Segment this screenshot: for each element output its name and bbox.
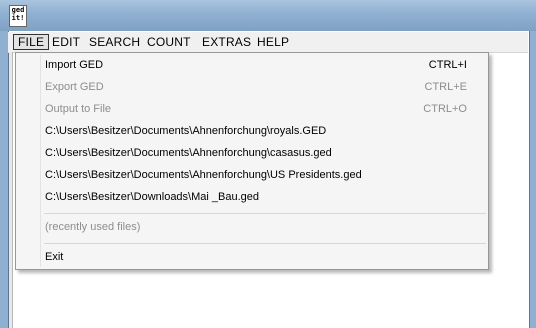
app-icon-line1: ged <box>11 6 25 14</box>
menu-separator <box>44 243 486 244</box>
menu-file[interactable]: FILE <box>13 34 50 50</box>
recent-file-path: C:\Users\Besitzer\Documents\Ahnenforchun… <box>45 125 327 137</box>
menu-count[interactable]: COUNT <box>143 34 195 50</box>
menu-item-output-to-file[interactable]: Output to File CTRL+O <box>17 98 487 120</box>
recent-file-item[interactable]: C:\Users\Besitzer\Documents\Ahnenforchun… <box>17 142 487 164</box>
left-panel-strip <box>9 52 13 328</box>
exit-label: Exit <box>45 251 64 263</box>
recent-file-item[interactable]: C:\Users\Besitzer\Documents\Ahnenforchun… <box>17 164 487 186</box>
recent-file-item[interactable]: C:\Users\Besitzer\Documents\Ahnenforchun… <box>17 120 487 142</box>
app-icon-line2: it! <box>11 14 25 22</box>
file-dropdown-menu: Import GED CTRL+I Export GED CTRL+E Outp… <box>15 52 489 270</box>
recent-files-caption: (recently used files) <box>45 221 141 233</box>
app-icon[interactable]: ged it! <box>9 5 27 27</box>
menu-search[interactable]: SEARCH <box>85 34 144 50</box>
menu-bar: FILE EDIT SEARCH COUNT EXTRAS HELP <box>8 32 528 53</box>
window-frame-left <box>0 31 8 328</box>
output-to-file-shortcut: CTRL+O <box>423 103 467 115</box>
menu-item-recent-caption: (recently used files) <box>17 216 487 238</box>
title-bar[interactable]: ged it! <box>0 0 536 31</box>
export-ged-label: Export GED <box>45 81 104 93</box>
menu-edit[interactable]: EDIT <box>48 34 84 50</box>
recent-file-path: C:\Users\Besitzer\Documents\Ahnenforchun… <box>45 169 362 181</box>
menu-item-export-ged[interactable]: Export GED CTRL+E <box>17 76 487 98</box>
import-ged-label: Import GED <box>45 59 104 71</box>
recent-file-path: C:\Users\Besitzer\Documents\Ahnenforchun… <box>45 147 332 159</box>
export-ged-shortcut: CTRL+E <box>424 81 468 93</box>
output-to-file-label: Output to File <box>45 103 112 115</box>
import-ged-shortcut: CTRL+I <box>428 59 467 71</box>
menu-item-exit[interactable]: Exit <box>17 246 487 268</box>
recent-file-item[interactable]: C:\Users\Besitzer\Downloads\Mai _Bau.ged <box>17 186 487 208</box>
menu-separator <box>44 213 486 214</box>
menu-help[interactable]: HELP <box>253 34 293 50</box>
menu-item-import-ged[interactable]: Import GED CTRL+I <box>17 54 487 76</box>
recent-file-path: C:\Users\Besitzer\Downloads\Mai _Bau.ged <box>45 191 259 203</box>
menu-extras[interactable]: EXTRAS <box>198 34 255 50</box>
